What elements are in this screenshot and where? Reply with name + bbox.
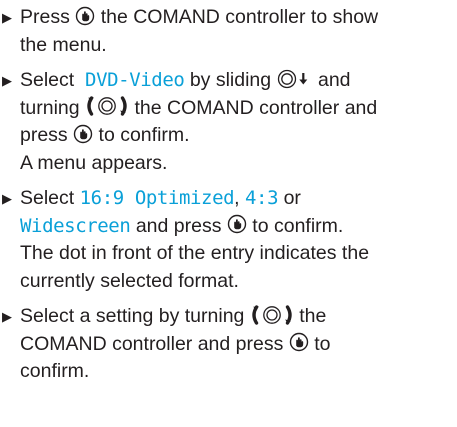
- step-text: the COMAND controller and: [134, 96, 378, 119]
- step-4-body: Select a setting by turning the COMAND c…: [20, 303, 447, 386]
- step-text: Select: [20, 187, 75, 209]
- step-text: to: [314, 332, 331, 355]
- step-text: or: [283, 187, 301, 209]
- step-2-line-3: press to confirm.: [20, 122, 447, 150]
- step-text: and: [317, 69, 351, 91]
- step-text: to confirm.: [98, 124, 190, 146]
- press-controller-icon: [227, 214, 247, 234]
- press-controller-icon: [289, 332, 309, 352]
- step-4-line-2: COMAND controller and press to: [20, 331, 447, 359]
- step-2-line-2: turning the COMAND controller and: [20, 95, 447, 123]
- step-text: ,: [234, 187, 240, 209]
- step-2: ▶ Select DVD-Video by sliding and turnin…: [2, 67, 447, 177]
- bullet-arrow-icon: ▶: [2, 10, 12, 25]
- slide-controller-down-icon: [277, 69, 313, 89]
- press-controller-icon: [73, 124, 93, 144]
- step-1: ▶ Press the COMAND controller to show th…: [2, 4, 447, 59]
- step-text: the COMAND controller to show: [100, 6, 379, 28]
- instruction-page: ▶ Press the COMAND controller to show th…: [0, 0, 457, 427]
- step-text: the: [299, 305, 327, 327]
- step-4: ▶ Select a setting by turning the COMAND…: [2, 303, 447, 386]
- step-text: and press: [135, 214, 222, 237]
- step-text: Select: [20, 69, 75, 91]
- step-1-line-2: the menu.: [20, 32, 447, 60]
- menu-term-dvd-video: DVD-Video: [85, 69, 185, 91]
- step-text: the menu.: [20, 33, 107, 56]
- step-text: to confirm.: [252, 214, 344, 237]
- step-1-line-1: Press the COMAND controller to show: [20, 4, 447, 32]
- step-text: Press: [20, 6, 70, 28]
- step-3-result-line-2: currently selected format.: [20, 269, 239, 292]
- menu-term-16-9-optimized: 16:9 Optimized: [79, 187, 235, 209]
- menu-term-4-3: 4:3: [245, 187, 279, 209]
- bullet-arrow-icon: ▶: [2, 73, 12, 88]
- step-3-result-line-1: The dot in front of the entry indicates …: [20, 242, 370, 264]
- step-text: turning: [20, 96, 80, 119]
- menu-term-widescreen: Widescreen: [20, 214, 131, 237]
- turn-controller-icon: [85, 95, 129, 117]
- bullet-arrow-icon: ▶: [2, 191, 12, 206]
- turn-controller-icon: [250, 304, 294, 326]
- press-controller-icon: [75, 6, 95, 26]
- step-text: press: [20, 124, 68, 146]
- step-3-body: Select 16:9 Optimized, 4:3 or Widescreen…: [20, 185, 447, 295]
- step-text: Select a setting by turning: [20, 305, 245, 327]
- step-4-line-1: Select a setting by turning the: [20, 303, 447, 331]
- step-2-result: A menu appears.: [20, 151, 168, 174]
- bullet-arrow-icon: ▶: [2, 309, 12, 324]
- step-text: COMAND controller and press: [20, 332, 284, 355]
- step-text: confirm.: [20, 360, 90, 382]
- step-1-body: Press the COMAND controller to show the …: [20, 4, 447, 59]
- step-3-line-1: Select 16:9 Optimized, 4:3 or: [20, 185, 447, 213]
- step-2-line-1: Select DVD-Video by sliding and: [20, 67, 447, 95]
- step-text: by sliding: [189, 69, 272, 91]
- step-3-line-2: Widescreen and press to confirm.: [20, 213, 447, 241]
- step-2-body: Select DVD-Video by sliding and turning …: [20, 67, 447, 177]
- step-4-line-3: confirm.: [20, 358, 447, 386]
- step-3: ▶ Select 16:9 Optimized, 4:3 or Widescre…: [2, 185, 447, 295]
